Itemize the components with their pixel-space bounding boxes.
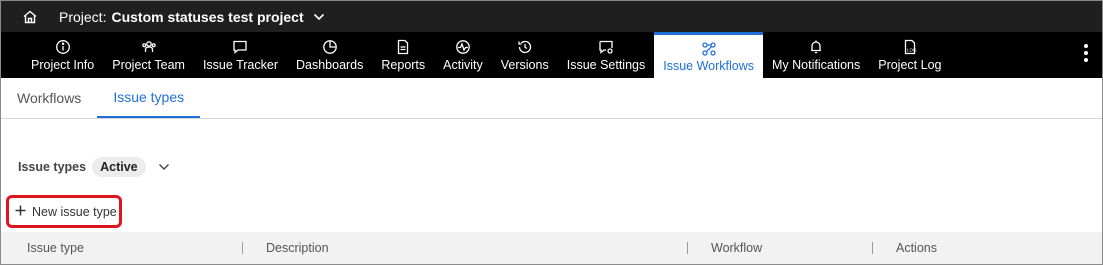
more-options-icon[interactable] bbox=[1084, 44, 1088, 62]
column-workflow[interactable]: Workflow bbox=[711, 232, 762, 264]
project-nav: Project Info Project Team Issue Tracker … bbox=[1, 32, 1102, 78]
new-issue-type-label: New issue type bbox=[32, 204, 117, 219]
pulse-icon bbox=[455, 39, 471, 56]
tab-issue-types[interactable]: Issue types bbox=[97, 78, 201, 118]
app-window: Project: Custom statuses test project Pr… bbox=[0, 0, 1103, 265]
column-actions: Actions bbox=[896, 241, 937, 255]
pie-chart-icon bbox=[322, 39, 338, 56]
nav-item-reports[interactable]: Reports bbox=[372, 32, 434, 78]
project-prefix: Project: bbox=[59, 8, 107, 25]
history-icon bbox=[517, 39, 533, 56]
nav-item-activity[interactable]: Activity bbox=[434, 32, 492, 78]
chevron-down-icon[interactable] bbox=[158, 163, 170, 171]
nav-label: Versions bbox=[500, 57, 549, 72]
new-issue-type-button[interactable]: New issue type bbox=[6, 195, 122, 228]
info-icon bbox=[55, 39, 71, 56]
table-header: Issue type Description Workflow Actions bbox=[1, 232, 1102, 264]
chevron-down-icon bbox=[313, 13, 325, 21]
nav-label: Project Log bbox=[878, 57, 942, 72]
nav-label: My Notifications bbox=[772, 57, 861, 72]
nav-item-versions[interactable]: Versions bbox=[492, 32, 558, 78]
nav-item-project-team[interactable]: Project Team bbox=[103, 32, 194, 78]
nav-label: Issue Workflows bbox=[663, 59, 754, 73]
nav-item-issue-workflows[interactable]: Issue Workflows bbox=[654, 32, 763, 78]
nav-item-issue-settings[interactable]: Issue Settings bbox=[558, 32, 655, 78]
nav-label: Reports bbox=[381, 57, 426, 72]
filter-label: Issue types bbox=[18, 160, 87, 174]
column-issue-type[interactable]: Issue type bbox=[27, 232, 84, 264]
nav-item-project-log[interactable]: LOG Project Log bbox=[869, 32, 950, 78]
plus-icon bbox=[15, 205, 26, 219]
nav-item-issue-tracker[interactable]: Issue Tracker bbox=[194, 32, 287, 78]
nav-label: Project Info bbox=[31, 57, 95, 72]
subtabs: Workflows Issue types bbox=[1, 78, 1102, 119]
settings-chat-icon bbox=[598, 39, 614, 56]
home-icon[interactable] bbox=[21, 8, 39, 26]
workflow-icon bbox=[701, 40, 717, 57]
nav-label: Issue Settings bbox=[566, 57, 646, 72]
log-icon: LOG bbox=[902, 39, 918, 56]
nav-item-my-notifications[interactable]: My Notifications bbox=[763, 32, 869, 78]
nav-item-dashboards[interactable]: Dashboards bbox=[287, 32, 372, 78]
document-icon bbox=[395, 39, 411, 56]
issue-types-filter: Issue types Active bbox=[18, 157, 170, 177]
nav-label: Issue Tracker bbox=[202, 57, 278, 72]
nav-label: Dashboards bbox=[295, 57, 364, 72]
chat-icon bbox=[232, 39, 248, 56]
column-description[interactable]: Description bbox=[266, 232, 329, 264]
column-separator[interactable] bbox=[687, 242, 688, 254]
svg-text:LOG: LOG bbox=[907, 48, 917, 53]
nav-item-project-info[interactable]: Project Info bbox=[22, 32, 103, 78]
project-name: Custom statuses test project bbox=[111, 8, 304, 25]
bell-icon bbox=[808, 39, 824, 56]
filter-value-chip[interactable]: Active bbox=[92, 157, 146, 177]
project-bar: Project: Custom statuses test project bbox=[1, 1, 1102, 32]
nav-label: Activity bbox=[443, 57, 483, 72]
column-separator[interactable] bbox=[872, 242, 873, 254]
project-selector[interactable]: Project: Custom statuses test project bbox=[59, 9, 325, 25]
column-separator[interactable] bbox=[242, 242, 243, 254]
team-icon bbox=[141, 39, 157, 56]
tab-workflows[interactable]: Workflows bbox=[1, 78, 97, 118]
nav-label: Project Team bbox=[112, 57, 185, 72]
